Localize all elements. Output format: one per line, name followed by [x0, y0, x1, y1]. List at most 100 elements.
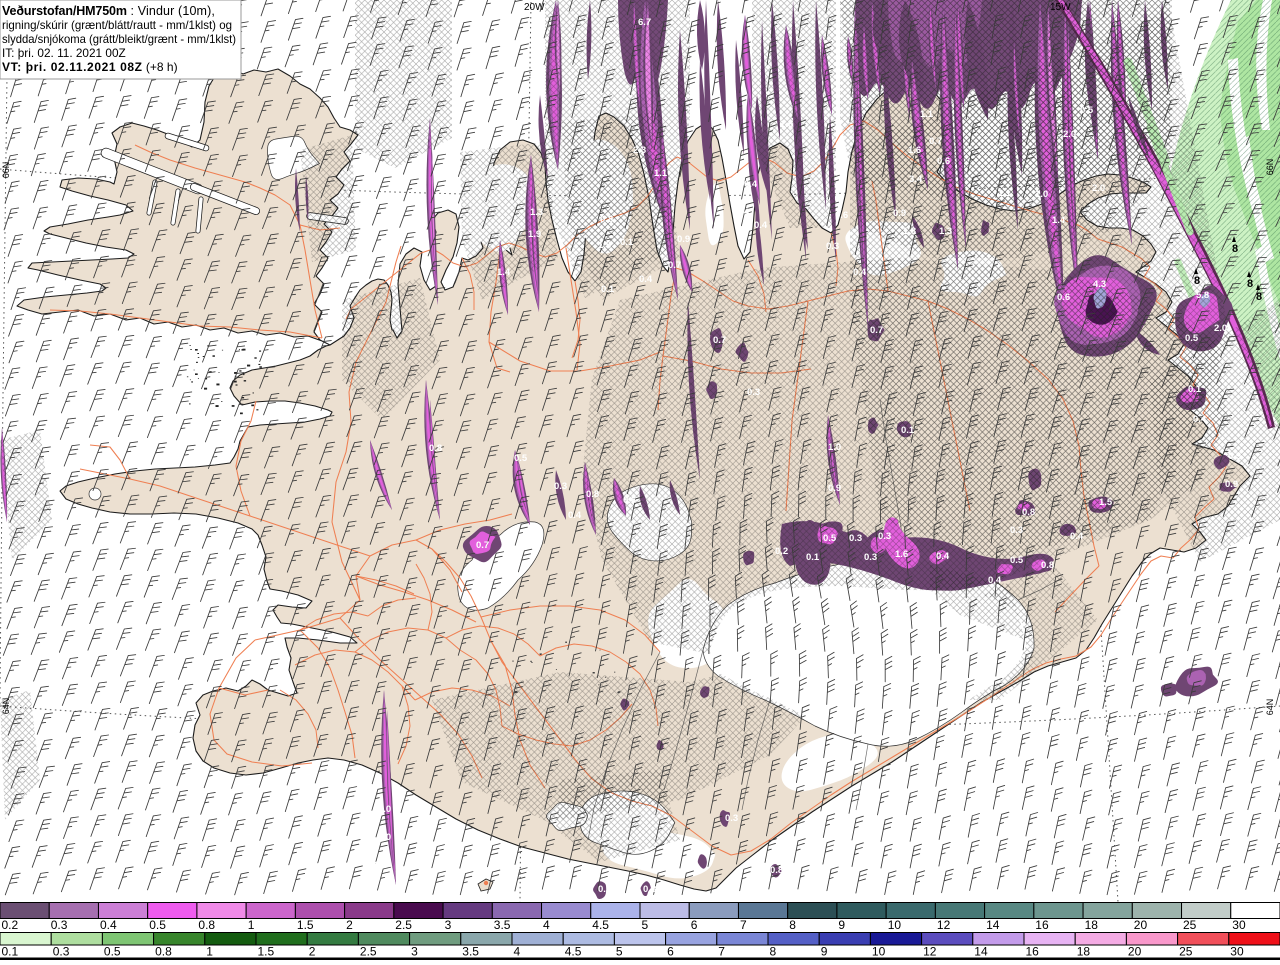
- svg-text:0.7: 0.7: [929, 136, 942, 147]
- svg-text:0.5: 0.5: [1185, 333, 1199, 344]
- svg-text:Veðurstofan/HM750m : Vindur (1: Veðurstofan/HM750m : Vindur (10m),: [2, 4, 215, 18]
- svg-text:0.5: 0.5: [823, 533, 837, 544]
- svg-text:14: 14: [986, 918, 1000, 932]
- svg-text:0.5: 0.5: [1010, 555, 1024, 566]
- svg-text:1.4: 1.4: [497, 267, 511, 278]
- svg-text:0.4: 0.4: [100, 918, 117, 932]
- svg-text:5: 5: [642, 918, 649, 932]
- svg-text:20W: 20W: [524, 2, 545, 13]
- svg-text:16: 16: [1035, 918, 1049, 932]
- svg-text:64N: 64N: [1265, 699, 1275, 716]
- svg-text:12: 12: [937, 918, 951, 932]
- svg-text:1.3: 1.3: [530, 207, 543, 218]
- svg-text:rigning/skúrir (grænt/blátt/ra: rigning/skúrir (grænt/blátt/rautt - mm/1…: [2, 18, 232, 32]
- svg-text:1.1: 1.1: [654, 168, 668, 179]
- svg-text:0.4: 0.4: [639, 274, 653, 285]
- svg-text:2.0: 2.0: [1214, 323, 1227, 334]
- svg-text:0.9: 0.9: [893, 208, 906, 219]
- svg-text:0.4: 0.4: [1070, 531, 1084, 542]
- svg-text:30: 30: [1230, 945, 1244, 959]
- svg-text:8: 8: [1194, 275, 1200, 287]
- svg-text:0.6: 0.6: [1057, 292, 1070, 303]
- svg-text:8: 8: [1247, 278, 1253, 290]
- svg-text:0.5: 0.5: [1080, 105, 1094, 116]
- svg-text:9: 9: [838, 918, 845, 932]
- svg-text:3: 3: [411, 945, 418, 959]
- svg-text:0.8: 0.8: [429, 443, 442, 454]
- svg-text:0.3: 0.3: [864, 552, 877, 563]
- svg-text:0.7: 0.7: [668, 260, 681, 271]
- svg-text:1.5: 1.5: [1099, 497, 1113, 508]
- svg-text:3.4: 3.4: [909, 174, 923, 185]
- svg-text:0.4: 0.4: [988, 575, 1002, 586]
- svg-text:0.9: 0.9: [374, 860, 387, 871]
- svg-text:2.5: 2.5: [360, 945, 377, 959]
- svg-text:0.7: 0.7: [870, 325, 883, 336]
- svg-text:3.5: 3.5: [494, 918, 511, 932]
- svg-text:6.7: 6.7: [638, 17, 651, 28]
- svg-text:0.1: 0.1: [806, 552, 820, 563]
- svg-text:5: 5: [616, 945, 623, 959]
- svg-text:0.3: 0.3: [643, 884, 656, 895]
- svg-text:0.1: 0.1: [1188, 384, 1202, 395]
- svg-text:0.2: 0.2: [775, 546, 788, 557]
- svg-text:66N: 66N: [1265, 159, 1275, 176]
- svg-text:1: 1: [206, 945, 213, 959]
- svg-text:66N: 66N: [1, 162, 11, 179]
- svg-text:1.3: 1.3: [903, 226, 916, 237]
- svg-text:12: 12: [923, 945, 937, 959]
- svg-text:0.8: 0.8: [770, 865, 783, 876]
- svg-text:0.4: 0.4: [736, 207, 750, 218]
- svg-text:4.5: 4.5: [592, 918, 609, 932]
- svg-text:25: 25: [1183, 918, 1197, 932]
- svg-text:2: 2: [309, 945, 316, 959]
- svg-text:1.0: 1.0: [1035, 189, 1048, 200]
- svg-text:1.6: 1.6: [908, 145, 921, 156]
- svg-text:2.0: 2.0: [1092, 183, 1105, 194]
- svg-text:1.9: 1.9: [528, 229, 541, 240]
- svg-text:1.5: 1.5: [598, 240, 612, 251]
- svg-text:3: 3: [445, 918, 452, 932]
- svg-text:8: 8: [1232, 243, 1238, 255]
- svg-text:0.4: 0.4: [853, 267, 867, 278]
- svg-text:1.5: 1.5: [297, 918, 314, 932]
- svg-text:4.5: 4.5: [565, 945, 582, 959]
- svg-text:6: 6: [691, 918, 698, 932]
- svg-text:18: 18: [1085, 918, 1099, 932]
- svg-text:18: 18: [1077, 945, 1091, 959]
- svg-text:0.6: 0.6: [623, 495, 636, 506]
- svg-text:3.5: 3.5: [462, 945, 479, 959]
- svg-text:4.3: 4.3: [1093, 279, 1106, 290]
- svg-text:IT: þri. 02. 11. 2021 00Z: IT: þri. 02. 11. 2021 00Z: [2, 46, 126, 60]
- svg-text:7: 7: [740, 918, 747, 932]
- svg-text:0.8: 0.8: [198, 918, 215, 932]
- svg-text:0.5: 0.5: [514, 453, 528, 464]
- svg-text:9: 9: [821, 945, 828, 959]
- svg-text:0.8: 0.8: [600, 214, 613, 225]
- svg-text:0.8: 0.8: [586, 489, 599, 500]
- svg-text:2: 2: [346, 918, 353, 932]
- svg-text:0.4: 0.4: [568, 510, 582, 521]
- svg-text:1.1: 1.1: [920, 109, 934, 120]
- svg-text:20: 20: [1128, 945, 1142, 959]
- svg-text:0.9: 0.9: [677, 234, 690, 245]
- svg-text:0.5: 0.5: [552, 889, 566, 900]
- svg-text:4: 4: [514, 945, 521, 959]
- svg-text:5.8: 5.8: [1196, 290, 1209, 301]
- svg-text:1.0: 1.0: [378, 804, 391, 815]
- svg-text:2.0: 2.0: [1063, 129, 1076, 140]
- svg-text:0.8: 0.8: [1022, 507, 1035, 518]
- svg-text:10: 10: [888, 918, 902, 932]
- svg-text:10: 10: [872, 945, 886, 959]
- svg-text:8: 8: [1256, 291, 1262, 303]
- svg-text:1.5: 1.5: [258, 945, 275, 959]
- svg-text:6: 6: [667, 945, 674, 959]
- svg-text:16: 16: [1026, 945, 1040, 959]
- svg-text:slydda/snjókoma (grátt/bleikt/: slydda/snjókoma (grátt/bleikt/grænt - mm…: [2, 32, 236, 46]
- svg-text:0.3: 0.3: [747, 387, 760, 398]
- svg-text:0.3: 0.3: [554, 481, 567, 492]
- svg-text:0.5: 0.5: [104, 945, 121, 959]
- svg-text:1.6: 1.6: [895, 549, 908, 560]
- svg-text:0.4: 0.4: [1193, 414, 1207, 425]
- svg-text:20: 20: [1134, 918, 1148, 932]
